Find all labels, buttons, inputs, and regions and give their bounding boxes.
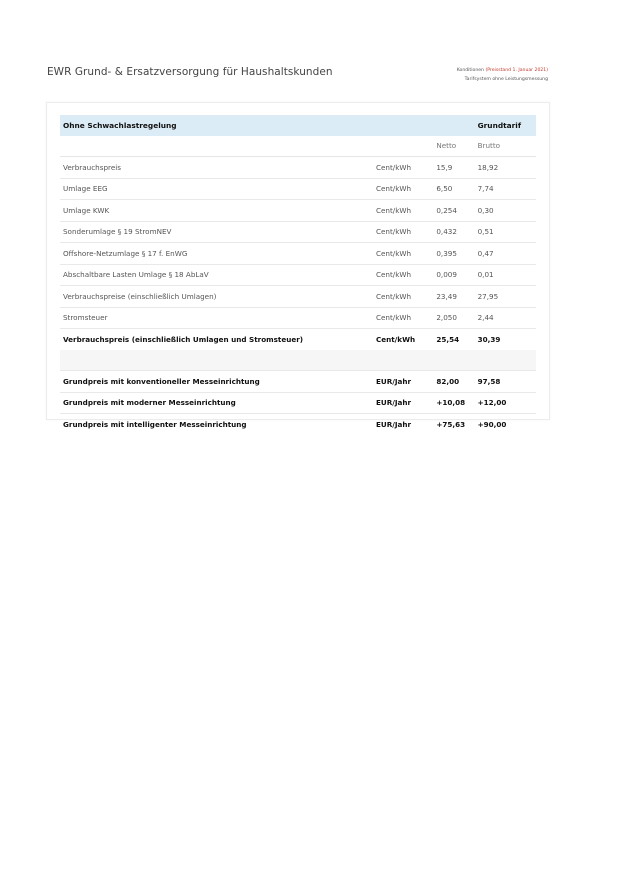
total-netto: 25,54 [436, 334, 460, 344]
row-netto: 0,254 [433, 199, 475, 222]
row-brutto: 0,47 [474, 242, 536, 265]
conditions-label: Konditionen [456, 68, 484, 73]
total-row: Verbrauchspreis (einschließlich Umlagen … [60, 329, 536, 350]
total-label: Verbrauchspreis (einschließlich Umlagen … [63, 334, 304, 344]
row-netto: 15,9 [433, 156, 475, 179]
header-grundtarif: Grundtarif [474, 115, 536, 136]
col-brutto: Brutto [474, 135, 536, 157]
row-unit: Cent/kWh [372, 264, 434, 286]
row-unit: Cent/kWh [372, 307, 434, 329]
row-label: Sonderumlage § 19 StromNEV [60, 221, 373, 243]
table-row: Verbrauchspreis Cent/kWh 15,9 18,92 [60, 156, 536, 179]
tariff-table: Ohne Schwachlastregelung Grundtarif Nett… [60, 115, 536, 435]
row-unit: Cent/kWh [372, 156, 434, 179]
grundpreis-brutto: +12,00 [474, 392, 536, 414]
grundpreis-row: Grundpreis mit konventioneller Messeinri… [60, 370, 536, 393]
row-netto: 23,49 [433, 285, 475, 308]
row-label: Umlage KWK [60, 199, 373, 222]
row-brutto: 0,01 [474, 264, 536, 286]
table-row: Verbrauchspreise (einschließlich Umlagen… [60, 285, 536, 308]
row-label: Verbrauchspreis [60, 156, 373, 179]
header-schwachlast: Ohne Schwachlastregelung [60, 115, 373, 136]
grundpreis-label: Grundpreis mit konventioneller Messeinri… [60, 370, 373, 393]
grundpreis-brutto: +90,00 [477, 419, 507, 429]
column-header-row: Netto Brutto [60, 135, 536, 157]
row-label: Stromsteuer [60, 307, 373, 329]
table-row: Offshore-Netzumlage § 17 f. EnWG Cent/kW… [60, 242, 536, 265]
conditions-note: Konditionen (Preisstand 1. Januar 2021) … [457, 66, 548, 84]
row-unit: Cent/kWh [372, 178, 434, 200]
table-row: Umlage EEG Cent/kWh 6,50 7,74 [60, 178, 536, 200]
row-netto: 0,395 [433, 242, 475, 265]
total-unit: Cent/kWh [375, 334, 416, 344]
row-unit: Cent/kWh [372, 242, 434, 265]
grundpreis-netto: +10,08 [433, 392, 475, 414]
row-netto: 6,50 [433, 178, 475, 200]
grundpreis-netto: +75,63 [436, 419, 466, 429]
grundpreis-label: Grundpreis mit intelligenter Messeinrich… [63, 419, 247, 429]
grundpreis-unit: EUR/Jahr [372, 370, 434, 393]
row-brutto: 0,51 [474, 221, 536, 243]
grundpreis-unit: EUR/Jahr [375, 419, 412, 429]
grundpreis-unit: EUR/Jahr [372, 392, 434, 414]
conditions-line: Konditionen (Preisstand 1. Januar 2021) [457, 66, 548, 75]
row-label: Offshore-Netzumlage § 17 f. EnWG [60, 242, 373, 265]
row-label: Abschaltbare Lasten Umlage § 18 AbLaV [60, 264, 373, 286]
section-divider [60, 349, 536, 371]
tariff-system-note: Tarifsystem ohne Leistungsmessung [464, 77, 548, 82]
total-brutto: 30,39 [477, 334, 501, 344]
row-brutto: 7,74 [474, 178, 536, 200]
table-row: Umlage KWK Cent/kWh 0,254 0,30 [60, 199, 536, 222]
row-label: Verbrauchspreise (einschließlich Umlagen… [60, 285, 373, 308]
row-netto: 0,009 [433, 264, 475, 286]
grundpreis-netto: 82,00 [433, 370, 475, 393]
price-date: (Preisstand 1. Januar 2021) [485, 68, 548, 73]
grundpreis-row: Grundpreis mit intelligenter Messeinrich… [60, 414, 536, 435]
page-title: EWR Grund- & Ersatzversorgung für Hausha… [47, 66, 333, 78]
row-netto: 2,050 [433, 307, 475, 329]
table-header-row: Ohne Schwachlastregelung Grundtarif [60, 115, 536, 136]
grundpreis-brutto: 97,58 [474, 370, 536, 393]
row-label: Umlage EEG [60, 178, 373, 200]
tariff-card: Ohne Schwachlastregelung Grundtarif Nett… [46, 102, 550, 429]
row-brutto: 18,92 [474, 156, 536, 179]
row-netto: 0,432 [433, 221, 475, 243]
col-netto: Netto [433, 135, 475, 157]
row-unit: Cent/kWh [372, 221, 434, 243]
row-unit: Cent/kWh [372, 199, 434, 222]
row-brutto: 27,95 [474, 285, 536, 308]
table-row: Abschaltbare Lasten Umlage § 18 AbLaV Ce… [60, 264, 536, 286]
row-unit: Cent/kWh [372, 285, 434, 308]
table-row: Stromsteuer Cent/kWh 2,050 2,44 [60, 307, 536, 329]
grundpreis-label: Grundpreis mit moderner Messeinrichtung [60, 392, 373, 414]
row-brutto: 2,44 [474, 307, 536, 329]
grundpreis-row: Grundpreis mit moderner Messeinrichtung … [60, 392, 536, 414]
table-row: Sonderumlage § 19 StromNEV Cent/kWh 0,43… [60, 221, 536, 243]
row-brutto: 0,30 [474, 199, 536, 222]
